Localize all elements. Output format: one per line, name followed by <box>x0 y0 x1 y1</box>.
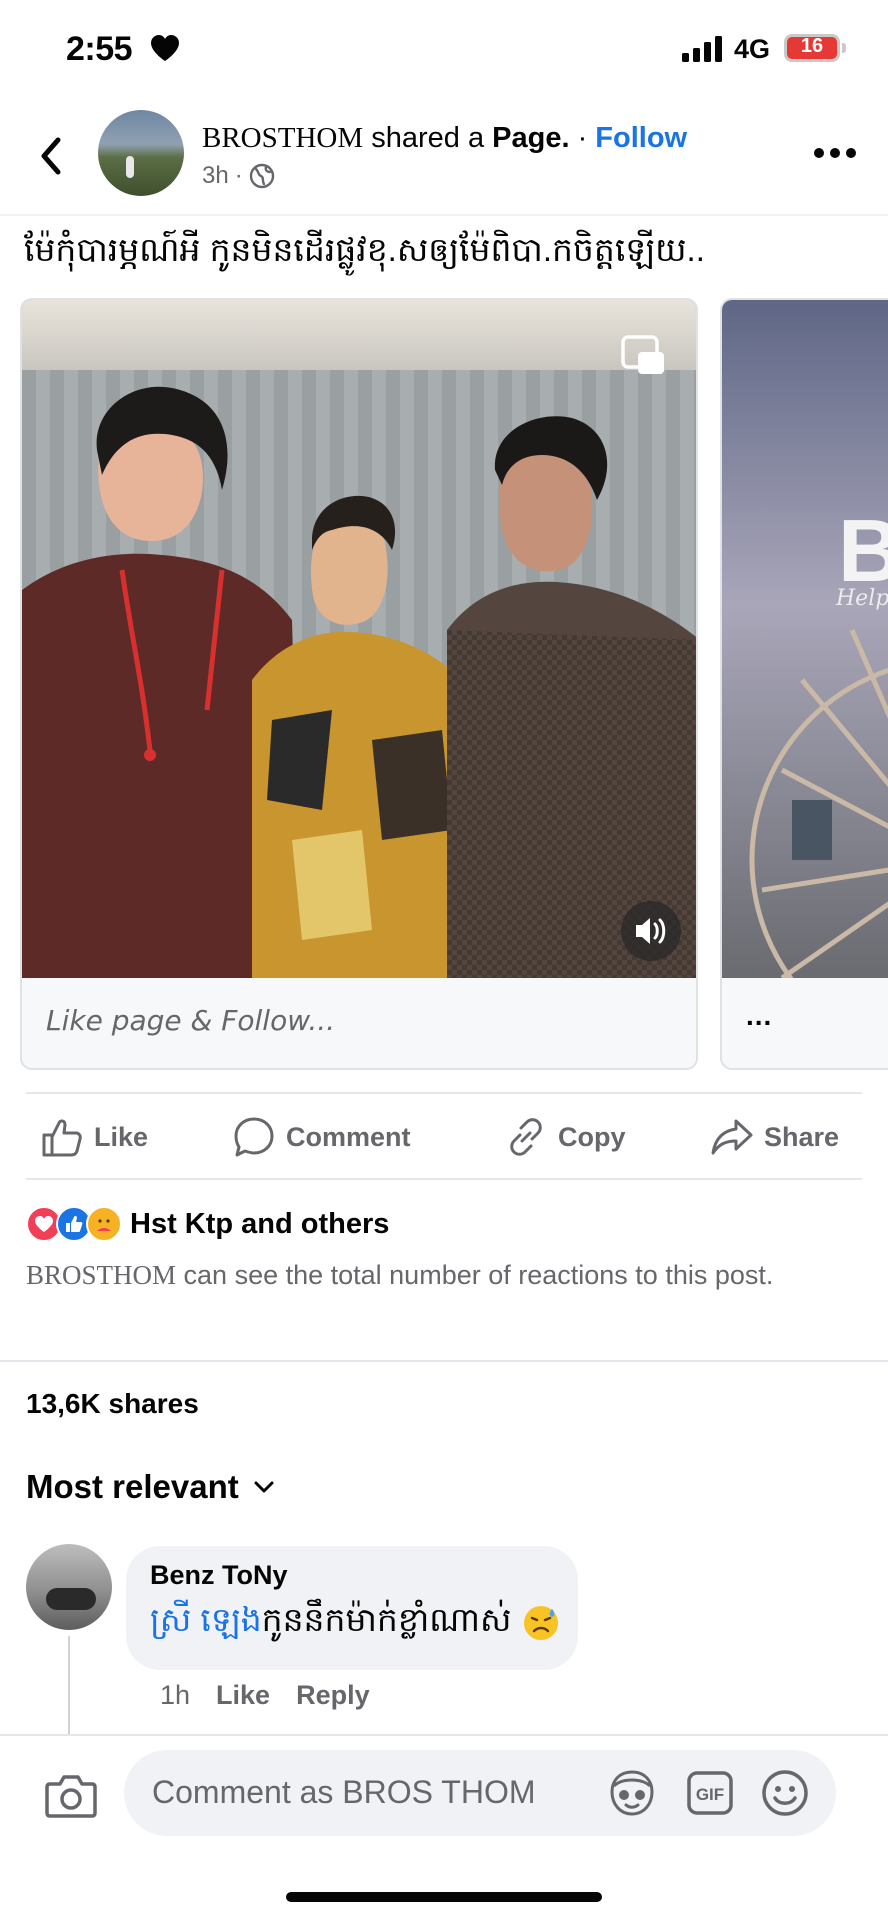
copy-label: Copy <box>558 1121 626 1152</box>
follow-button[interactable]: Follow <box>595 122 687 154</box>
shared-text: shared a <box>363 122 493 154</box>
post-time[interactable]: 3h <box>202 162 229 190</box>
next-card-media[interactable]: B Help L <box>722 300 888 978</box>
post-meta: 3h · <box>202 162 275 190</box>
comment-time: 1h <box>160 1680 191 1710</box>
card-caption: Like page & Follow... <box>46 1004 336 1037</box>
battery-level: 16 <box>800 35 824 57</box>
comment-label: Comment <box>286 1121 411 1152</box>
carousel-card-next[interactable]: B Help L ... <box>720 298 888 1070</box>
home-indicator[interactable] <box>286 1892 602 1902</box>
card-footer[interactable]: Like page & Follow... <box>22 978 696 1068</box>
emoji-icon[interactable] <box>760 1768 810 1818</box>
comment-composer: Comment as BROS THOM GIF <box>0 1734 888 1920</box>
link-icon <box>510 1118 542 1156</box>
comment-text: កូននឹកម៉ាក់ខ្លាំណាស់ <box>261 1601 512 1638</box>
picture-in-picture-icon[interactable] <box>620 334 666 376</box>
comment-text-line: ស្រី ឡេងកូននឹកម៉ាក់ខ្លាំណាស់ <box>150 1600 561 1648</box>
like-button[interactable]: Like <box>40 1114 148 1160</box>
avatar-sticker-icon[interactable] <box>606 1768 658 1818</box>
reaction-names: Hst Ktp and others <box>130 1207 390 1240</box>
comment-input[interactable]: Comment as BROS THOM <box>152 1774 535 1811</box>
header-divider <box>0 214 888 216</box>
reactions-note-text: can see the total number of reactions to… <box>176 1260 774 1290</box>
copy-button[interactable]: Copy <box>504 1114 626 1160</box>
comment-like-button[interactable]: Like <box>216 1680 270 1711</box>
post-caption: ម៉ែកុំបារម្ភណ៍អី កូនមិនដើរផ្លូវខុ.សឲ្យម៉… <box>24 231 705 268</box>
battery-nub <box>842 43 846 53</box>
comment-reply-button[interactable]: Reply <box>296 1680 370 1711</box>
title-separator: · <box>569 122 596 154</box>
post-title: BROSTHOM shared a Page. · Follow <box>202 122 687 155</box>
status-time: 2:55 <box>66 30 133 68</box>
thread-line <box>68 1636 70 1736</box>
globe-icon <box>249 163 274 189</box>
battery-icon: 16 <box>784 34 840 62</box>
thumbs-up-icon <box>42 1119 82 1157</box>
page-name-link[interactable]: BROSTHOM <box>202 122 363 154</box>
reactions-note-name: BROSTHOM <box>26 1260 177 1290</box>
person-right-figure <box>447 416 696 978</box>
reactions-summary[interactable]: Hst Ktp and others <box>26 1204 389 1244</box>
commenter-avatar[interactable] <box>26 1544 112 1630</box>
actions-divider-bottom <box>26 1178 862 1180</box>
network-label: 4G <box>734 34 771 64</box>
share-button[interactable]: Share <box>710 1114 839 1160</box>
comment-input-box[interactable]: Comment as BROS THOM GIF <box>124 1750 836 1836</box>
page-avatar[interactable] <box>98 110 184 196</box>
comment-mention[interactable]: ស្រី ឡេង <box>150 1601 262 1638</box>
carousel-card[interactable]: Like page & Follow... <box>20 298 698 1070</box>
shared-object[interactable]: Page. <box>492 122 569 154</box>
like-label: Like <box>94 1121 149 1152</box>
post-actions: Like Comment Copy Share <box>0 1096 888 1176</box>
camera-icon[interactable] <box>44 1770 98 1820</box>
more-options-icon[interactable] <box>812 146 858 160</box>
comment-author[interactable]: Benz ToNy <box>150 1560 288 1591</box>
comment-meta: 1h Like Reply <box>160 1680 370 1711</box>
reactions-divider <box>0 1360 888 1362</box>
back-arrow-icon[interactable] <box>36 136 66 176</box>
gif-icon[interactable]: GIF <box>686 1770 734 1816</box>
next-card-caption: ... <box>746 1000 773 1031</box>
share-arrow-icon <box>711 1119 753 1155</box>
reactions-note: BROSTHOM can see the total number of rea… <box>26 1254 826 1297</box>
sort-label: Most relevant <box>26 1468 239 1505</box>
svg-text:GIF: GIF <box>696 1785 724 1804</box>
comment-bubble-icon <box>234 1117 274 1157</box>
sound-toggle-icon[interactable] <box>620 900 682 962</box>
video-media[interactable] <box>22 300 696 978</box>
comment-sort-dropdown[interactable]: Most relevant <box>26 1468 275 1506</box>
next-card-footer[interactable]: ... <box>722 978 888 1068</box>
next-card-overlay-sub: Help L <box>836 586 888 611</box>
signal-icon <box>682 36 722 62</box>
shares-count[interactable]: 13,6K shares <box>26 1388 199 1420</box>
meta-dot: · <box>234 162 243 189</box>
comment-bubble[interactable]: Benz ToNy ស្រី ឡេងកូននឹកម៉ាក់ខ្លាំណាស់ <box>126 1546 578 1670</box>
heart-icon <box>151 35 179 61</box>
post-header: BROSTHOM shared a Page. · Follow 3h · <box>0 100 888 212</box>
ferris-wheel-image <box>749 629 888 978</box>
status-bar: 2:55 4G 16 <box>0 0 888 100</box>
actions-divider-top <box>26 1092 862 1094</box>
chevron-down-icon <box>254 1481 274 1493</box>
care-reaction-icon <box>86 1206 122 1242</box>
sad-face-emoji-icon <box>523 1606 558 1641</box>
share-label: Share <box>764 1121 840 1152</box>
comment-button[interactable]: Comment <box>232 1114 411 1160</box>
